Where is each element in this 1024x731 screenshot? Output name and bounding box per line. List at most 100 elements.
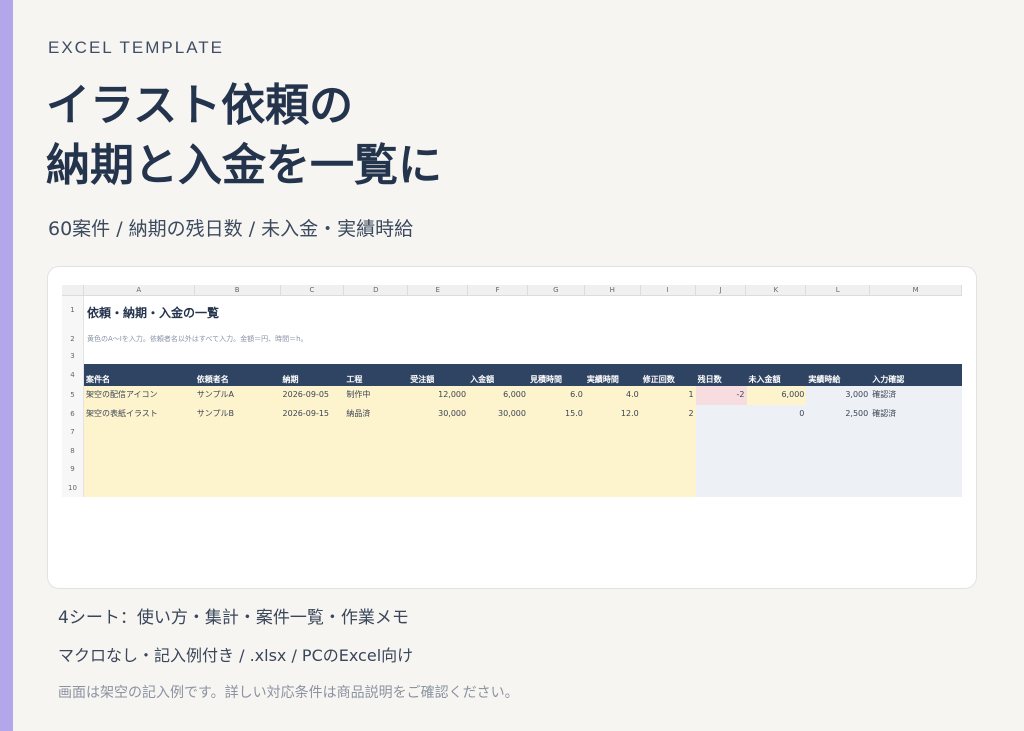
- cell-revisions[interactable]: [640, 460, 696, 479]
- header-cell[interactable]: 依頼者名: [194, 364, 281, 386]
- header-cell[interactable]: 入金額: [468, 364, 528, 386]
- cell-days_left[interactable]: [695, 441, 747, 460]
- column-header-j[interactable]: J: [696, 285, 747, 295]
- cell-rate[interactable]: 2,500: [806, 404, 871, 423]
- cell-client[interactable]: [194, 441, 281, 460]
- row-number[interactable]: 2: [62, 330, 84, 348]
- cell-days_left[interactable]: [695, 478, 747, 497]
- header-cell[interactable]: 工程: [344, 364, 409, 386]
- cell-est[interactable]: 6.0: [527, 386, 585, 405]
- cell-paid[interactable]: [468, 423, 528, 442]
- cell-order[interactable]: 30,000: [408, 404, 469, 423]
- cell-actual[interactable]: [584, 423, 641, 442]
- column-header-m[interactable]: M: [870, 285, 962, 295]
- cell-check[interactable]: [870, 478, 963, 497]
- header-cell[interactable]: 納期: [280, 364, 345, 386]
- row-number[interactable]: 4: [62, 364, 84, 386]
- column-header-h[interactable]: H: [585, 285, 641, 295]
- cell-order[interactable]: 12,000: [408, 386, 469, 405]
- cell-est[interactable]: [527, 441, 585, 460]
- cell-revisions[interactable]: [640, 423, 696, 442]
- header-cell[interactable]: 実績時間: [584, 364, 641, 386]
- column-header-d[interactable]: D: [344, 285, 409, 295]
- header-cell[interactable]: 受注額: [408, 364, 469, 386]
- cell-revisions[interactable]: [640, 478, 696, 497]
- cell-unpaid[interactable]: 6,000: [746, 386, 807, 405]
- cell-check[interactable]: 確認済: [870, 386, 963, 405]
- cell-name[interactable]: [83, 441, 195, 460]
- cell-paid[interactable]: 6,000: [468, 386, 528, 405]
- cell-stage[interactable]: ▾: [344, 478, 409, 497]
- cell-days_left[interactable]: [695, 460, 747, 479]
- cell-order[interactable]: [408, 478, 469, 497]
- cell-rate[interactable]: [806, 423, 871, 442]
- cell-unpaid[interactable]: [746, 423, 807, 442]
- cell-order[interactable]: [408, 441, 469, 460]
- row-number[interactable]: 7: [62, 423, 84, 442]
- row-number[interactable]: 1: [62, 296, 84, 330]
- cell-days_left[interactable]: [695, 404, 747, 423]
- header-cell[interactable]: 案件名: [83, 364, 195, 386]
- header-cell[interactable]: 見積時間: [527, 364, 585, 386]
- cell-est[interactable]: [527, 460, 585, 479]
- cell-name[interactable]: 架空の表紙イラスト: [83, 404, 195, 423]
- cell-stage[interactable]: 納品済▾: [344, 404, 409, 423]
- row-number[interactable]: 3: [62, 348, 84, 364]
- cell-paid[interactable]: 30,000: [468, 404, 528, 423]
- cell-check[interactable]: [870, 460, 963, 479]
- cell-est[interactable]: 15.0: [527, 404, 585, 423]
- cell-client[interactable]: サンプルB: [194, 404, 281, 423]
- cell-due[interactable]: 2026-09-05: [280, 386, 345, 405]
- cell-stage[interactable]: ▾: [344, 460, 409, 479]
- header-cell[interactable]: 残日数: [695, 364, 747, 386]
- cell-rate[interactable]: [806, 460, 871, 479]
- row-number[interactable]: 10: [62, 478, 84, 497]
- cell-check[interactable]: [870, 441, 963, 460]
- cell-est[interactable]: [527, 478, 585, 497]
- cell-client[interactable]: [194, 478, 281, 497]
- cell-name[interactable]: [83, 478, 195, 497]
- column-header-b[interactable]: B: [195, 285, 281, 295]
- cell-client[interactable]: サンプルA: [194, 386, 281, 405]
- cell-paid[interactable]: [468, 478, 528, 497]
- cell-actual[interactable]: 4.0: [584, 386, 641, 405]
- cell-due[interactable]: [280, 441, 345, 460]
- cell-due[interactable]: 2026-09-15: [280, 404, 345, 423]
- cell-name[interactable]: [83, 423, 195, 442]
- cell-revisions[interactable]: 2: [640, 404, 696, 423]
- cell-due[interactable]: [280, 423, 345, 442]
- cell-rate[interactable]: [806, 478, 871, 497]
- row-number[interactable]: 8: [62, 441, 84, 460]
- cell-due[interactable]: [280, 478, 345, 497]
- column-header-a[interactable]: A: [84, 285, 195, 295]
- cell-stage[interactable]: ▾: [344, 423, 409, 442]
- cell-rate[interactable]: 3,000: [806, 386, 871, 405]
- header-cell[interactable]: 修正回数: [640, 364, 696, 386]
- column-header-i[interactable]: I: [641, 285, 696, 295]
- cell-stage[interactable]: ▾: [344, 441, 409, 460]
- cell-order[interactable]: [408, 460, 469, 479]
- cell-actual[interactable]: [584, 478, 641, 497]
- header-cell[interactable]: 実績時給: [806, 364, 871, 386]
- header-cell[interactable]: 入力確認: [870, 364, 963, 386]
- cell-unpaid[interactable]: [746, 460, 807, 479]
- cell-actual[interactable]: [584, 441, 641, 460]
- row-number[interactable]: 9: [62, 460, 84, 479]
- cell-client[interactable]: [194, 423, 281, 442]
- cell-check[interactable]: 確認済: [870, 404, 963, 423]
- cell-stage[interactable]: 制作中▾: [344, 386, 409, 405]
- cell-name[interactable]: [83, 460, 195, 479]
- cell-check[interactable]: [870, 423, 963, 442]
- header-cell[interactable]: 未入金額: [746, 364, 807, 386]
- cell-paid[interactable]: [468, 441, 528, 460]
- row-number[interactable]: 5: [62, 386, 84, 405]
- row-number[interactable]: 6: [62, 404, 84, 423]
- column-header-c[interactable]: C: [281, 285, 345, 295]
- column-header-k[interactable]: K: [746, 285, 807, 295]
- cell-order[interactable]: [408, 423, 469, 442]
- cell-client[interactable]: [194, 460, 281, 479]
- cell-unpaid[interactable]: [746, 478, 807, 497]
- cell-revisions[interactable]: [640, 441, 696, 460]
- cell-due[interactable]: [280, 460, 345, 479]
- cell-rate[interactable]: [806, 441, 871, 460]
